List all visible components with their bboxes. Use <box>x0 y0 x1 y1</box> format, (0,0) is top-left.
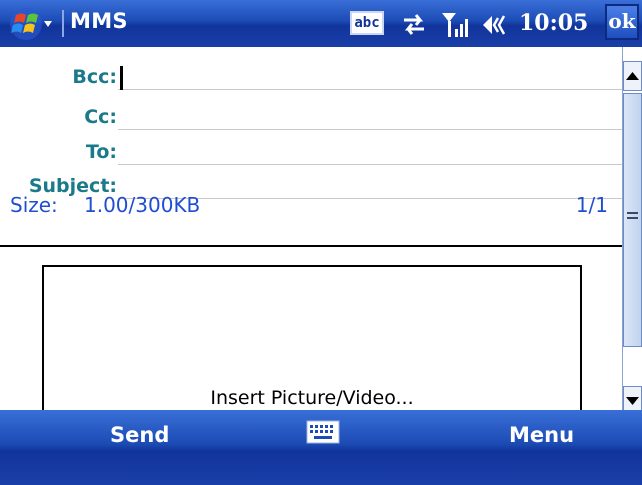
to-field[interactable] <box>118 137 622 165</box>
sync-icon[interactable] <box>398 11 430 37</box>
grip-line <box>627 217 638 219</box>
page-count: 1/1 <box>575 193 608 217</box>
vertical-scrollbar[interactable] <box>622 47 642 416</box>
to-row: To: <box>0 137 622 167</box>
keyboard-icon[interactable] <box>306 420 340 444</box>
grip-line <box>627 212 638 214</box>
abc-input-icon[interactable]: abc <box>350 11 384 35</box>
cc-row: Cc: <box>0 102 622 132</box>
app-title: MMS <box>70 9 128 33</box>
cc-field[interactable] <box>118 102 622 130</box>
text-cursor <box>120 66 123 90</box>
size-value: 1.00/300KB <box>84 193 201 217</box>
menu-button[interactable]: Menu <box>509 423 574 447</box>
insert-picture-video-prompt[interactable]: Insert Picture/Video... <box>44 387 580 409</box>
size-label: Size: <box>10 193 58 217</box>
ok-button[interactable]: ok <box>605 4 639 40</box>
bcc-row: Bcc: <box>0 62 622 92</box>
insert-media-area[interactable]: Insert Picture/Video... <box>42 265 582 425</box>
size-row: Size: 1.00/300KB 1/1 <box>0 187 622 223</box>
arrow-up-icon <box>626 72 639 80</box>
bcc-field[interactable] <box>118 62 622 90</box>
windows-start-icon[interactable] <box>6 7 58 41</box>
softkey-bar: Send Menu <box>0 410 642 485</box>
signal-icon[interactable] <box>440 9 472 39</box>
clock[interactable]: 10:05 <box>519 10 588 36</box>
bcc-label: Bcc: <box>72 66 117 88</box>
section-divider <box>0 245 622 247</box>
send-button[interactable]: Send <box>110 423 169 447</box>
status-bar: MMS abc 10:05 ok <box>0 0 642 47</box>
to-label: To: <box>85 141 117 163</box>
scroll-up-button[interactable] <box>623 61 642 91</box>
scroll-thumb[interactable] <box>623 93 642 347</box>
cc-label: Cc: <box>84 106 117 128</box>
speaker-icon[interactable] <box>480 12 514 38</box>
title-divider <box>62 10 64 37</box>
